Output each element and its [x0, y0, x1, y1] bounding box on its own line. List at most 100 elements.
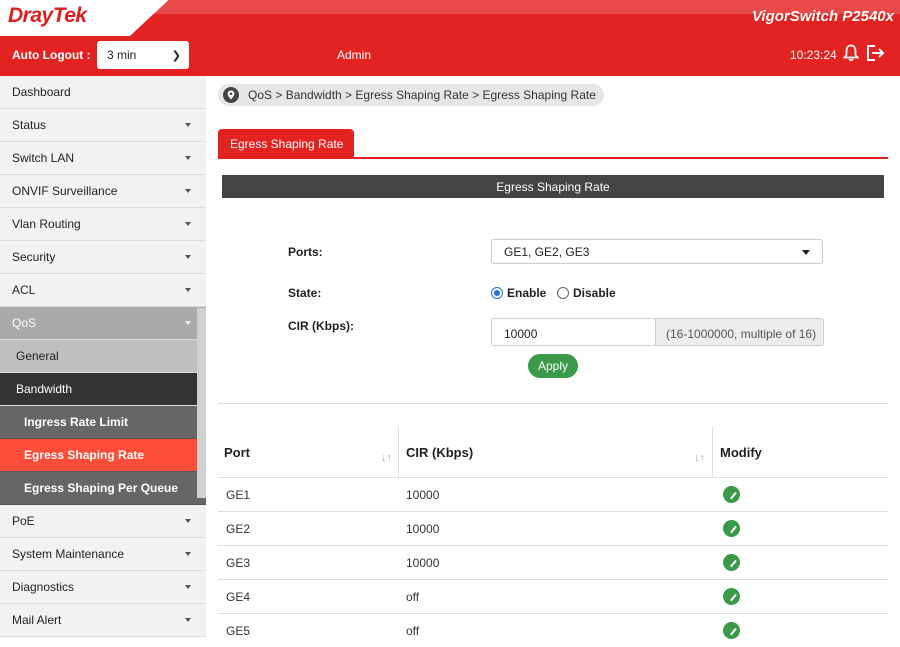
cir-cell: off — [406, 624, 420, 638]
disable-radio[interactable] — [557, 287, 569, 299]
sidebar-item-label: QoS — [12, 316, 37, 330]
column-divider — [712, 427, 713, 477]
sidebar-item-label: Egress Shaping Rate — [24, 448, 145, 462]
sidebar-item-egress-shaping-rate[interactable]: Egress Shaping Rate — [0, 439, 206, 472]
top-banner: DrayTek VigorSwitch P2540x — [0, 0, 900, 36]
tab-egress-shaping-rate[interactable]: Egress Shaping Rate — [218, 129, 354, 158]
ports-label: Ports: — [288, 245, 323, 259]
sidebar-item-label: Status — [12, 118, 47, 132]
sidebar-item-label: System Maintenance — [12, 547, 125, 561]
sidebar-item-label: Security — [12, 250, 56, 264]
cir-cell: 10000 — [406, 522, 440, 536]
state-label: State: — [288, 286, 322, 300]
sidebar-item-diagnostics[interactable]: Diagnostics — [0, 571, 206, 604]
tab-underline — [218, 157, 888, 159]
table-row: GE3 10000 — [218, 545, 888, 579]
port-cell: GE1 — [226, 488, 251, 502]
sort-icon[interactable]: ↓↑ — [694, 452, 705, 464]
sort-icon[interactable]: ↓↑ — [381, 452, 392, 464]
sidebar-item-label: Ingress Rate Limit — [24, 415, 129, 429]
sidebar-item-mail-alert[interactable]: Mail Alert — [0, 604, 206, 637]
sidebar-item-poe[interactable]: PoE — [0, 505, 206, 538]
sidebar-item-vlan-routing[interactable]: Vlan Routing — [0, 208, 206, 241]
cir-label: CIR (Kbps): — [288, 319, 354, 333]
column-divider — [398, 427, 399, 477]
sidebar-item-label: Dashboard — [12, 85, 71, 99]
section-header: Egress Shaping Rate — [222, 175, 884, 198]
sidebar-item-label: ACL — [12, 283, 36, 297]
port-cell: GE2 — [226, 522, 251, 536]
column-header-port[interactable]: Port — [224, 427, 250, 477]
caret-down-icon — [185, 123, 191, 127]
clock: 10:23:24 — [790, 48, 837, 62]
port-cell: GE3 — [226, 556, 251, 570]
divider — [218, 403, 888, 404]
sidebar-item-label: Vlan Routing — [12, 217, 81, 231]
table-row: GE2 10000 — [218, 511, 888, 545]
sidebar-item-label: ONVIF Surveillance — [12, 184, 118, 198]
enable-radio-label: Enable — [507, 286, 547, 300]
bell-icon[interactable] — [843, 44, 859, 62]
sidebar-item-label: Bandwidth — [16, 382, 73, 396]
sidebar-item-label: PoE — [12, 514, 35, 528]
sidebar-item-status[interactable]: Status — [0, 109, 206, 142]
caret-down-icon — [185, 189, 191, 193]
sidebar-item-general[interactable]: General — [0, 340, 206, 373]
sidebar-item-ingress-rate-limit[interactable]: Ingress Rate Limit — [0, 406, 206, 439]
table-row: GE4 off — [218, 579, 888, 613]
auto-logout-select[interactable]: 3 min ❯ — [97, 41, 189, 69]
model-name: VigorSwitch P2540x — [751, 8, 894, 25]
edit-icon[interactable] — [723, 588, 740, 605]
caret-down-icon — [185, 585, 191, 589]
sidebar-item-label: General — [16, 349, 59, 363]
sidebar-item-label: Egress Shaping Per Queue — [24, 481, 179, 495]
edit-icon[interactable] — [723, 622, 740, 639]
sidebar-item-onvif[interactable]: ONVIF Surveillance — [0, 175, 206, 208]
sidebar-item-acl[interactable]: ACL — [0, 274, 206, 307]
edit-icon[interactable] — [723, 554, 740, 571]
caret-down-icon — [185, 618, 191, 622]
sidebar-item-label: Diagnostics — [12, 580, 75, 594]
sidebar-item-switch-lan[interactable]: Switch LAN — [0, 142, 206, 175]
location-pin-icon — [223, 87, 239, 103]
caret-down-icon — [185, 255, 191, 259]
caret-down-icon — [185, 288, 191, 292]
cir-hint: (16-1000000, multiple of 16) — [656, 318, 824, 346]
cir-cell: 10000 — [406, 488, 440, 502]
caret-down-icon — [802, 250, 810, 255]
breadcrumb-text: QoS > Bandwidth > Egress Shaping Rate > … — [248, 88, 596, 102]
sidebar: Dashboard Status Switch LAN ONVIF Survei… — [0, 76, 206, 637]
column-header-modify: Modify — [720, 445, 762, 460]
caret-down-icon — [185, 519, 191, 523]
cir-cell: off — [406, 590, 420, 604]
column-header-cir[interactable]: CIR (Kbps) — [406, 427, 473, 477]
logout-icon[interactable] — [866, 44, 886, 62]
cir-input[interactable]: 10000 — [491, 318, 656, 346]
disable-radio-label: Disable — [573, 286, 616, 300]
caret-down-icon — [185, 156, 191, 160]
port-cell: GE4 — [226, 590, 251, 604]
table-row: GE5 off — [218, 613, 888, 647]
sidebar-item-system-maintenance[interactable]: System Maintenance — [0, 538, 206, 571]
sidebar-item-qos[interactable]: QoS — [0, 307, 206, 340]
apply-button[interactable]: Apply — [528, 354, 578, 378]
table-row: GE1 10000 — [218, 477, 888, 511]
sidebar-item-egress-shaping-per-queue[interactable]: Egress Shaping Per Queue — [0, 472, 206, 505]
ports-value: GE1, GE2, GE3 — [504, 245, 590, 259]
header-bar: Auto Logout : 3 min ❯ Admin 10:23:24 — [0, 36, 900, 76]
edit-icon[interactable] — [723, 486, 740, 503]
sidebar-item-label: Switch LAN — [12, 151, 75, 165]
draytek-logo: DrayTek — [8, 4, 87, 27]
chevron-down-icon: ❯ — [171, 50, 181, 62]
user-name: Admin — [337, 48, 372, 62]
enable-radio[interactable] — [491, 287, 503, 299]
sidebar-item-security[interactable]: Security — [0, 241, 206, 274]
sidebar-item-dashboard[interactable]: Dashboard — [0, 76, 206, 109]
auto-logout-label: Auto Logout : — [12, 48, 91, 62]
sidebar-item-label: Mail Alert — [12, 613, 62, 627]
caret-down-icon — [185, 552, 191, 556]
sidebar-item-bandwidth[interactable]: Bandwidth — [0, 373, 206, 406]
edit-icon[interactable] — [723, 520, 740, 537]
sidebar-scrollbar[interactable] — [197, 308, 206, 498]
ports-select[interactable]: GE1, GE2, GE3 — [491, 239, 823, 264]
